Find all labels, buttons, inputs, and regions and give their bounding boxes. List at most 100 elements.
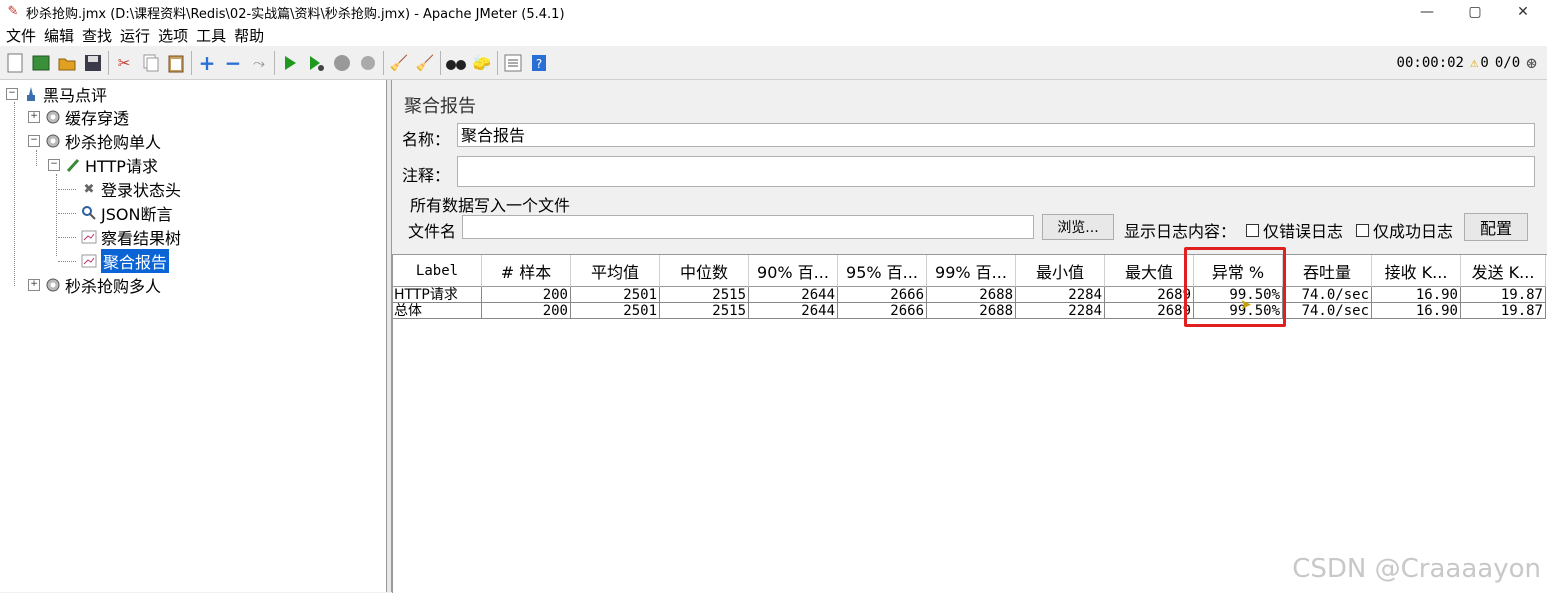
collapse-icon[interactable]: − xyxy=(222,51,244,75)
elapsed-timer: 00:00:02 xyxy=(1396,55,1464,71)
watermark: CSDN @Craaaayon xyxy=(1292,554,1541,584)
column-header-throughput[interactable]: 吞吐量 xyxy=(1283,255,1372,287)
tree-node-label: 秒杀抢购多人 xyxy=(65,277,162,296)
column-header-sent[interactable]: 发送 K... xyxy=(1461,255,1546,287)
filename-field[interactable] xyxy=(462,215,1034,239)
new-icon[interactable] xyxy=(4,52,26,74)
collapse-toggle-icon[interactable]: − xyxy=(48,159,60,171)
tree-node-label: HTTP请求 xyxy=(85,157,158,176)
function-helper-icon[interactable] xyxy=(502,52,524,74)
column-header-p90[interactable]: 90% 百... xyxy=(749,255,838,287)
search-icon[interactable] xyxy=(445,52,467,74)
paste-icon[interactable] xyxy=(165,52,187,74)
tree-node-label: JSON断言 xyxy=(101,205,173,224)
errors-only-label: 仅错误日志 xyxy=(1263,222,1344,241)
tree-node-results-tree[interactable]: 察看结果树 xyxy=(80,226,181,248)
menu-help[interactable]: 帮助 xyxy=(234,25,264,46)
table-cell: 2284 xyxy=(1016,287,1105,303)
menu-search[interactable]: 查找 xyxy=(82,25,112,46)
start-no-pause-icon[interactable] xyxy=(305,52,327,74)
clear-icon[interactable]: 🧹 xyxy=(388,52,410,74)
table-cell: 总体 xyxy=(393,303,482,319)
tree-node-label: 聚合报告 xyxy=(101,249,170,273)
column-header-average[interactable]: 平均值 xyxy=(571,255,660,287)
toggle-icon[interactable]: ⤳ xyxy=(248,52,270,74)
collapse-toggle-icon[interactable]: − xyxy=(6,88,18,100)
shutdown-icon[interactable] xyxy=(357,52,379,74)
tree-node-json[interactable]: JSON断言 xyxy=(80,202,172,224)
tree-node-multi[interactable]: + 秒杀抢购多人 xyxy=(28,274,161,296)
table-cell: 200 xyxy=(482,287,571,303)
warning-icon[interactable]: ⚠ xyxy=(1470,55,1478,71)
aggregate-report-panel: 聚合报告 名称： 聚合报告 注释： 所有数据写入一个文件 文件名 浏览... 显… xyxy=(392,80,1547,593)
column-header-label[interactable]: Label xyxy=(393,255,482,287)
toolbar-separator xyxy=(191,51,192,75)
cut-icon[interactable]: ✂ xyxy=(113,52,135,74)
test-plan-tree: − 黑马点评 + 缓存穿透 − 秒杀抢购单人 − HTTP请求 ✖ 登录状态头 … xyxy=(0,80,387,592)
toolbar-separator xyxy=(383,51,384,75)
column-header-max[interactable]: 最大值 xyxy=(1105,255,1194,287)
browse-button[interactable]: 浏览... xyxy=(1042,214,1114,240)
thread-group-gear-icon xyxy=(44,276,62,294)
tree-node-http[interactable]: − HTTP请求 xyxy=(48,154,158,176)
expand-toggle-icon[interactable]: + xyxy=(28,279,40,291)
help-icon[interactable]: ? xyxy=(528,52,550,74)
column-header-samples[interactable]: # 样本 xyxy=(482,255,571,287)
save-icon[interactable] xyxy=(82,52,104,74)
tree-node-single[interactable]: − 秒杀抢购单人 xyxy=(28,130,161,152)
minimize-button[interactable]: — xyxy=(1403,0,1451,24)
active-threads: 0/0 xyxy=(1494,55,1521,71)
open-icon[interactable] xyxy=(56,52,78,74)
menu-options[interactable]: 选项 xyxy=(158,25,188,46)
errors-only-checkbox[interactable]: 仅错误日志 xyxy=(1246,218,1343,242)
collapse-toggle-icon[interactable]: − xyxy=(28,135,40,147)
menu-file[interactable]: 文件 xyxy=(6,25,36,46)
menu-tools[interactable]: 工具 xyxy=(196,25,226,46)
name-field[interactable]: 聚合报告 xyxy=(457,123,1535,147)
tree-connector xyxy=(36,150,37,166)
tree-node-header[interactable]: ✖ 登录状态头 xyxy=(80,178,181,200)
menu-edit[interactable]: 编辑 xyxy=(44,25,74,46)
clear-all-icon[interactable]: 🧹 xyxy=(414,52,436,74)
reset-search-icon[interactable]: 🧽 xyxy=(471,52,493,74)
panel-title: 聚合报告 xyxy=(404,96,476,117)
table-cell: 200 xyxy=(482,303,571,319)
success-only-checkbox[interactable]: 仅成功日志 xyxy=(1356,218,1453,242)
table-row[interactable]: HTTP请求 200 2501 2515 2644 2666 2688 2284… xyxy=(393,287,1546,303)
copy-icon[interactable] xyxy=(139,52,161,74)
file-section-label: 所有数据写入一个文件 xyxy=(410,196,571,215)
comment-field[interactable] xyxy=(457,156,1535,187)
stop-icon[interactable] xyxy=(331,52,353,74)
start-icon[interactable] xyxy=(279,52,301,74)
toolbar: ✂ + − ⤳ 🧹 🧹 🧽 ? 00:00:02 ⚠ 0 0/0 ⊛ xyxy=(0,47,1547,80)
table-row[interactable]: 总体 200 2501 2515 2644 2666 2688 2284 268… xyxy=(393,303,1546,319)
tree-node-root[interactable]: − 黑马点评 xyxy=(6,83,107,105)
toolbar-separator xyxy=(497,51,498,75)
expand-toggle-icon[interactable]: + xyxy=(28,111,40,123)
menu-run[interactable]: 运行 xyxy=(120,25,150,46)
tree-connector xyxy=(58,189,76,190)
tree-node-aggregate[interactable]: 聚合报告 xyxy=(80,249,170,273)
checkbox-box[interactable] xyxy=(1356,223,1369,237)
jmeter-feather-icon: ✎ xyxy=(7,4,19,19)
table-cell: 2501 xyxy=(571,303,660,319)
column-header-p95[interactable]: 95% 百... xyxy=(838,255,927,287)
configure-button[interactable]: 配置 xyxy=(1464,213,1528,241)
maximize-button[interactable]: ▢ xyxy=(1451,0,1499,24)
table-cell: 2644 xyxy=(749,303,838,319)
status-area: 00:00:02 ⚠ 0 0/0 ⊛ xyxy=(1391,47,1537,79)
remote-status-icon[interactable]: ⊛ xyxy=(1526,53,1537,74)
column-header-p99[interactable]: 99% 百... xyxy=(927,255,1016,287)
column-header-min[interactable]: 最小值 xyxy=(1016,255,1105,287)
checkbox-box[interactable] xyxy=(1246,223,1259,237)
expand-icon[interactable]: + xyxy=(196,51,218,75)
close-button[interactable]: ✕ xyxy=(1499,0,1547,24)
table-cell: 2666 xyxy=(838,287,927,303)
templates-icon[interactable] xyxy=(30,52,52,74)
tree-node-cache[interactable]: + 缓存穿透 xyxy=(28,106,129,128)
column-header-median[interactable]: 中位数 xyxy=(660,255,749,287)
tree-connector xyxy=(58,261,76,262)
table-cell: 19.87 xyxy=(1461,287,1546,303)
title-bar: ✎ 秒杀抢购.jmx (D:\课程资料\Redis\02-实战篇\资料\秒杀抢购… xyxy=(0,0,1547,24)
column-header-received[interactable]: 接收 K... xyxy=(1372,255,1461,287)
